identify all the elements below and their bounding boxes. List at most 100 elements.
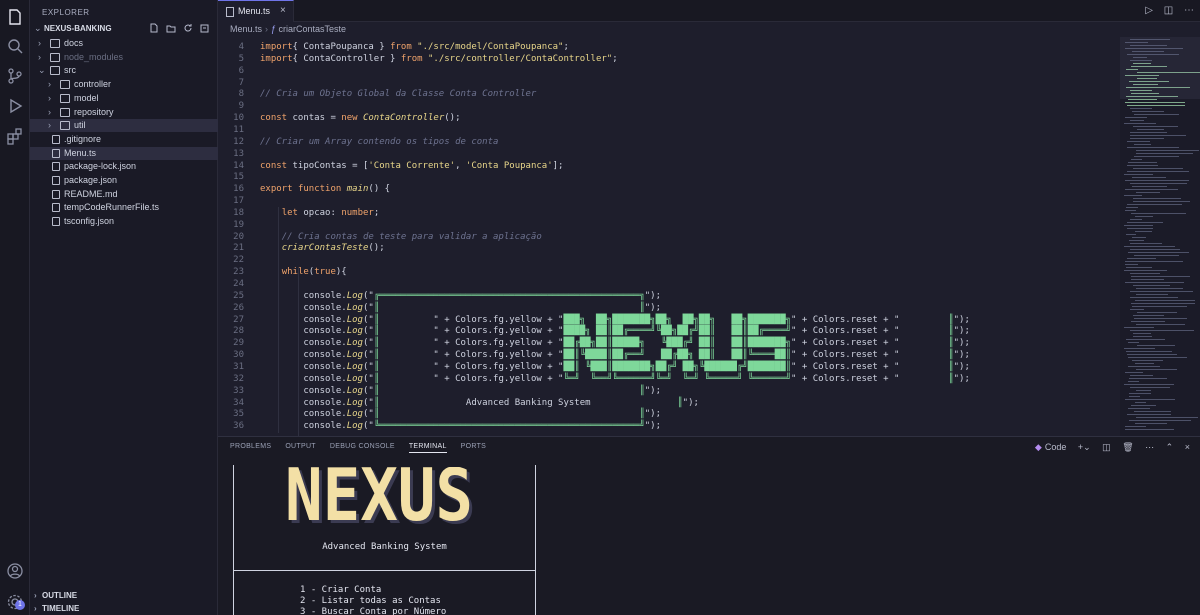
tree-item-repository[interactable]: › repository bbox=[30, 106, 218, 119]
minimap-line bbox=[1125, 102, 1185, 103]
code-token: console. bbox=[260, 409, 347, 420]
panel-tabs: PROBLEMS OUTPUT DEBUG CONSOLE TERMINAL PORTS bbox=[230, 443, 500, 457]
minimap-line bbox=[1127, 258, 1156, 259]
outline-section[interactable]: › OUTLINE bbox=[30, 589, 218, 602]
terminal-name[interactable]: Code bbox=[1045, 442, 1067, 452]
new-terminal-icon[interactable]: +⌄ bbox=[1078, 442, 1091, 452]
line-number: 35 bbox=[233, 409, 244, 420]
code-token: (); bbox=[444, 113, 461, 124]
more-actions-icon[interactable]: ⋯ bbox=[1184, 5, 1194, 16]
tree-item-util[interactable]: › util bbox=[30, 119, 218, 133]
code-token: 'Conta Poupanca' bbox=[465, 160, 553, 171]
code-token: "); bbox=[644, 302, 662, 313]
minimap-line bbox=[1132, 177, 1166, 178]
source-control-icon[interactable] bbox=[6, 67, 24, 85]
tree-item-label: controller bbox=[74, 79, 112, 90]
tab-debug-console[interactable]: DEBUG CONSOLE bbox=[330, 443, 395, 450]
code-token: "); bbox=[644, 385, 662, 396]
account-icon[interactable] bbox=[6, 562, 24, 580]
code-text: console.Log("╚══════════════════════════… bbox=[260, 420, 661, 432]
code-token: console. bbox=[260, 397, 347, 408]
code-line: 23 while(true){ bbox=[218, 266, 1118, 278]
tree-item-readme-md[interactable]: README.md bbox=[30, 188, 218, 201]
minimap-slider[interactable] bbox=[1120, 37, 1200, 99]
code-token: (" bbox=[362, 397, 374, 408]
code-token: Log bbox=[346, 290, 363, 301]
minimap-line bbox=[1135, 402, 1146, 403]
maximize-panel-icon[interactable]: ⌃ bbox=[1166, 442, 1174, 452]
kill-terminal-icon[interactable]: 🗑 bbox=[1122, 442, 1133, 452]
chevron-right-icon: › bbox=[48, 92, 51, 103]
tab-problems[interactable]: PROBLEMS bbox=[230, 443, 271, 450]
tab-terminal[interactable]: TERMINAL bbox=[408, 443, 447, 453]
minimap-line bbox=[1130, 108, 1152, 109]
code-line: 6 bbox=[218, 65, 1118, 77]
more-actions-icon[interactable]: ⋯ bbox=[1145, 442, 1154, 452]
code-token: (" bbox=[362, 338, 374, 349]
tree-item-menu-ts[interactable]: Menu.ts bbox=[30, 146, 218, 160]
tree-item-tempcoderunnerfile-ts[interactable]: tempCodeRunnerFile.ts bbox=[30, 201, 218, 214]
code-line: 7 bbox=[218, 77, 1118, 89]
line-number: 11 bbox=[233, 124, 244, 135]
line-number: 26 bbox=[233, 302, 244, 313]
refresh-icon[interactable] bbox=[183, 23, 193, 33]
tab-menu-ts[interactable]: Menu.ts × bbox=[218, 0, 294, 22]
menu-option-3: 3 - Buscar Conta por Número bbox=[300, 607, 447, 615]
close-icon[interactable]: × bbox=[280, 5, 286, 16]
breadcrumb-file[interactable]: Menu.ts bbox=[230, 24, 262, 34]
tree-item-src[interactable]: ⌄ src bbox=[30, 64, 218, 77]
run-debug-icon[interactable] bbox=[6, 97, 24, 115]
code-token: ╚═╝ ╚══╝╚══════╝╚═╝ ╚═╝ ╚═════╝ ╚══════╝ bbox=[563, 373, 792, 384]
breadcrumb-symbol[interactable]: criarContasTeste bbox=[279, 24, 347, 34]
file-icon bbox=[52, 162, 60, 172]
line-number: 5 bbox=[238, 53, 244, 64]
tree-item-package-json[interactable]: package.json bbox=[30, 174, 218, 187]
explorer-files-icon[interactable] bbox=[6, 8, 24, 26]
search-icon[interactable] bbox=[6, 37, 24, 55]
code-token: function bbox=[297, 184, 342, 195]
new-file-icon[interactable] bbox=[149, 23, 159, 33]
workspace-root[interactable]: ⌄ NEXUS-BANKING bbox=[30, 22, 218, 36]
minimap-line bbox=[1124, 195, 1142, 196]
run-icon[interactable]: ▷ bbox=[1145, 5, 1153, 16]
function-icon: ƒ bbox=[271, 24, 279, 34]
code-token: Log bbox=[346, 361, 363, 372]
code-editor[interactable]: 4 import{ ContaPoupanca } from "./src/mod… bbox=[218, 37, 1118, 436]
tree-item-controller[interactable]: › controller bbox=[30, 78, 218, 91]
timeline-section[interactable]: › TIMELINE bbox=[30, 602, 218, 615]
tab-ports[interactable]: PORTS bbox=[461, 443, 487, 450]
split-editor-icon[interactable]: ◫ bbox=[1164, 5, 1173, 16]
collapse-all-icon[interactable] bbox=[200, 23, 210, 33]
tree-item-tsconfig-json[interactable]: tsconfig.json bbox=[30, 215, 218, 228]
line-number: 30 bbox=[233, 350, 244, 361]
tree-item-package-lock-json[interactable]: package-lock.json bbox=[30, 160, 218, 173]
terminal-output[interactable]: NEXUS NEXUS Advanced Banking System 1 - … bbox=[218, 465, 1200, 615]
minimap-line bbox=[1125, 261, 1183, 262]
minimap-line bbox=[1136, 324, 1185, 325]
tree-item-docs[interactable]: › docs bbox=[30, 37, 218, 50]
minimap-line bbox=[1124, 174, 1153, 175]
tab-output[interactable]: OUTPUT bbox=[285, 443, 316, 450]
split-terminal-icon[interactable]: ◫ bbox=[1102, 442, 1111, 452]
minimap-line bbox=[1131, 159, 1142, 160]
tree-item-node-modules[interactable]: › node_modules bbox=[30, 51, 218, 64]
extensions-icon[interactable] bbox=[6, 127, 24, 145]
code-token: "); bbox=[953, 361, 970, 372]
code-line: 36 console.Log("╚═══════════════════════… bbox=[218, 420, 1118, 432]
tree-item-model[interactable]: › model bbox=[30, 92, 218, 105]
code-token: 'Conta Corrente' bbox=[368, 160, 456, 171]
line-number: 17 bbox=[233, 196, 244, 207]
banner-subtitle: Advanced Banking System bbox=[322, 542, 447, 552]
new-folder-icon[interactable] bbox=[166, 23, 176, 33]
line-number: 15 bbox=[233, 172, 244, 183]
indent-guide bbox=[298, 267, 299, 436]
code-token: ; bbox=[612, 53, 618, 64]
folder-icon bbox=[60, 107, 70, 117]
tree-item-label: node_modules bbox=[64, 51, 124, 62]
line-number: 8 bbox=[238, 89, 244, 100]
code-token: (" bbox=[362, 350, 374, 361]
tree-item--gitignore[interactable]: .gitignore bbox=[30, 133, 218, 146]
close-panel-icon[interactable]: × bbox=[1185, 442, 1190, 452]
code-token: tipoContas = [ bbox=[287, 160, 369, 171]
menu-option-2: 2 - Listar todas as Contas bbox=[300, 596, 441, 606]
